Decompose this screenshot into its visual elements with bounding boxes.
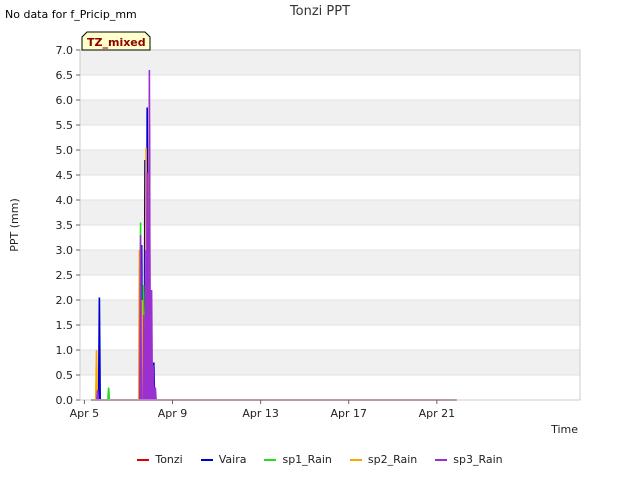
legend-label: Vaira xyxy=(218,453,247,466)
y-tick-label: 1.5 xyxy=(56,319,74,332)
y-tick-label: 5.5 xyxy=(56,119,74,132)
grid-band xyxy=(80,150,580,175)
y-axis: 0.0 0.5 1.0 1.5 2.0 2.5 3.0 3.5 4.0 4.5 5.0 5.5 6.0 6… xyxy=(56,44,80,407)
site-badge: TZ_mixed xyxy=(81,31,151,51)
x-tick-label: Apr 21 xyxy=(419,407,456,420)
y-tick-label: 5.0 xyxy=(56,144,74,157)
legend-label: sp1_Rain xyxy=(282,453,332,466)
grid-band xyxy=(80,250,580,275)
grid-band xyxy=(80,50,580,75)
legend-item: sp3_Rain xyxy=(435,453,503,466)
legend-swatch xyxy=(435,458,448,461)
legend-item: sp2_Rain xyxy=(349,453,418,466)
legend-item: Vaira xyxy=(200,453,247,466)
x-tick-label: Apr 5 xyxy=(70,407,100,420)
x-tick-label: Apr 13 xyxy=(242,407,279,420)
chart-svg: 0.0 0.5 1.0 1.5 2.0 2.5 3.0 3.5 4.0 4.5 5.0 5.5 6.0 6… xyxy=(8,31,581,436)
y-tick-label: 4.0 xyxy=(56,194,74,207)
y-axis-title: PPT (mm) xyxy=(8,198,21,252)
x-tick-label: Apr 9 xyxy=(158,407,188,420)
grid-band xyxy=(80,350,580,375)
legend-label: sp2_Rain xyxy=(367,453,418,466)
legend: Tonzi Vaira sp1_Rain sp2_Rain sp3_Rain xyxy=(0,453,640,466)
y-tick-label: 2.5 xyxy=(56,269,74,282)
legend-swatch xyxy=(349,458,362,461)
grid-bands xyxy=(80,49,580,401)
badge-label: TZ_mixed xyxy=(87,36,146,49)
y-tick-label: 6.0 xyxy=(56,94,74,107)
legend-swatch xyxy=(200,458,213,461)
y-tick-label: 6.5 xyxy=(56,69,74,82)
grid-band xyxy=(80,100,580,125)
legend-label: sp3_Rain xyxy=(453,453,503,466)
legend-item: sp1_Rain xyxy=(264,453,332,466)
y-tick-label: 3.0 xyxy=(56,244,74,257)
y-tick-label: 3.5 xyxy=(56,219,74,232)
legend-swatch xyxy=(137,458,150,461)
y-tick-label: 2.0 xyxy=(56,294,74,307)
y-tick-label: 0.0 xyxy=(56,394,74,407)
x-axis-title: Time xyxy=(550,423,578,436)
x-axis: Apr 5 Apr 9 Apr 13 Apr 17 Apr 21 xyxy=(70,400,455,420)
y-tick-label: 4.5 xyxy=(56,169,74,182)
x-tick-label: Apr 17 xyxy=(330,407,367,420)
grid-band xyxy=(80,300,580,325)
legend-label: Tonzi xyxy=(155,453,183,466)
y-tick-label: 0.5 xyxy=(56,369,74,382)
legend-item: Tonzi xyxy=(137,453,183,466)
y-tick-label: 7.0 xyxy=(56,44,74,57)
legend-swatch xyxy=(264,458,277,461)
grid-band xyxy=(80,200,580,225)
y-tick-label: 1.0 xyxy=(56,344,74,357)
